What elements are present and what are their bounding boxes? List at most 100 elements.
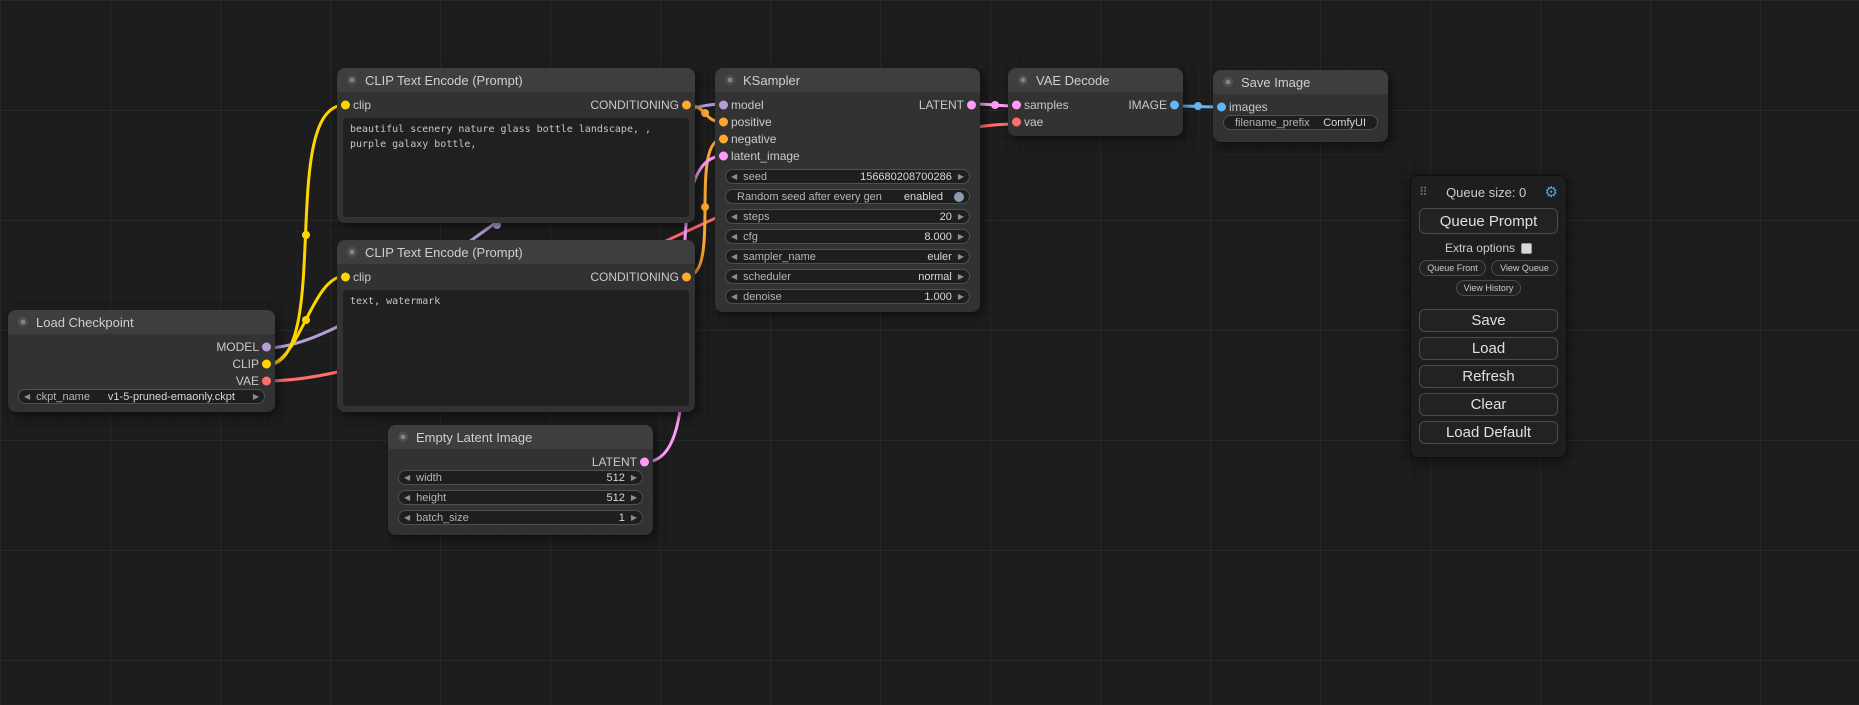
ckpt-name-widget[interactable]: ◀ ckpt_name v1-5-pruned-emaonly.ckpt ▶ (18, 389, 265, 404)
node-title: Load Checkpoint (36, 315, 134, 330)
decrement-arrow-icon[interactable]: ◀ (731, 293, 737, 301)
batch-size-widget[interactable]: ◀ batch_size 1 ▶ (398, 510, 643, 525)
settings-gear-icon[interactable]: ⚙ (1545, 183, 1558, 201)
height-widget[interactable]: ◀ height 512 ▶ (398, 490, 643, 505)
graph-canvas[interactable]: Load Checkpoint MODEL CLIP VAE ◀ ckpt_na… (0, 0, 1859, 705)
decrement-arrow-icon[interactable]: ◀ (731, 233, 737, 241)
cfg-widget[interactable]: ◀ cfg 8.000 ▶ (725, 229, 970, 244)
port-clip-output[interactable] (262, 359, 271, 368)
increment-arrow-icon[interactable]: ▶ (631, 494, 637, 502)
decrement-arrow-icon[interactable]: ◀ (731, 273, 737, 281)
queue-panel: ⠿ Queue size: 0 ⚙ Queue Prompt Extra opt… (1410, 175, 1567, 458)
widget-value: 512 (606, 472, 624, 484)
port-latent-output[interactable] (967, 100, 976, 109)
scheduler-widget[interactable]: ◀ scheduler normal ▶ (725, 269, 970, 284)
port-model-input[interactable] (719, 100, 728, 109)
node-title-bar[interactable]: VAE Decode (1008, 68, 1183, 92)
collapse-dot-icon[interactable] (398, 432, 408, 442)
filename-prefix-widget[interactable]: filename_prefix ComfyUI (1223, 115, 1378, 130)
node-title-bar[interactable]: Empty Latent Image (388, 425, 653, 449)
random-seed-toggle-widget[interactable]: Random seed after every gen enabled (725, 189, 970, 204)
slot-row: positive (715, 113, 980, 130)
decrement-arrow-icon[interactable]: ◀ (731, 253, 737, 261)
port-latent-output[interactable] (640, 457, 649, 466)
increment-arrow-icon[interactable]: ▶ (958, 213, 964, 221)
slot-row: LATENT (388, 453, 653, 470)
node-clip-text-encode-negative[interactable]: CLIP Text Encode (Prompt) clip CONDITION… (337, 240, 695, 412)
prompt-text-input[interactable]: text, watermark (343, 290, 689, 406)
queue-front-button[interactable]: Queue Front (1419, 260, 1486, 276)
port-images-input[interactable] (1217, 102, 1226, 111)
queue-size-label: Queue size: 0 (1428, 185, 1545, 200)
decrement-arrow-icon[interactable]: ◀ (731, 213, 737, 221)
refresh-button[interactable]: Refresh (1419, 365, 1558, 388)
increment-arrow-icon[interactable]: ▶ (958, 233, 964, 241)
steps-widget[interactable]: ◀ steps 20 ▶ (725, 209, 970, 224)
increment-arrow-icon[interactable]: ▶ (958, 173, 964, 181)
load-button[interactable]: Load (1419, 337, 1558, 360)
widget-label: filename_prefix (1235, 117, 1310, 129)
view-history-button[interactable]: View History (1456, 280, 1522, 296)
link-midpoint-dot (701, 109, 709, 117)
decrement-arrow-icon[interactable]: ◀ (404, 514, 410, 522)
decrement-arrow-icon[interactable]: ◀ (24, 393, 30, 401)
toggle-dot[interactable] (954, 192, 964, 202)
width-widget[interactable]: ◀ width 512 ▶ (398, 470, 643, 485)
port-latent-image-input[interactable] (719, 151, 728, 160)
prompt-text-input[interactable]: beautiful scenery nature glass bottle la… (343, 118, 689, 217)
collapse-dot-icon[interactable] (1018, 75, 1028, 85)
seed-widget[interactable]: ◀ seed 156680208700286 ▶ (725, 169, 970, 184)
save-button[interactable]: Save (1419, 309, 1558, 332)
increment-arrow-icon[interactable]: ▶ (958, 253, 964, 261)
node-title-bar[interactable]: CLIP Text Encode (Prompt) (337, 68, 695, 92)
sampler-name-widget[interactable]: ◀ sampler_name euler ▶ (725, 249, 970, 264)
node-title: Empty Latent Image (416, 430, 532, 445)
load-default-button[interactable]: Load Default (1419, 421, 1558, 444)
node-clip-text-encode-positive[interactable]: CLIP Text Encode (Prompt) clip CONDITION… (337, 68, 695, 223)
port-clip-input[interactable] (341, 100, 350, 109)
port-conditioning-output[interactable] (682, 100, 691, 109)
collapse-dot-icon[interactable] (725, 75, 735, 85)
port-positive-input[interactable] (719, 117, 728, 126)
extra-options-checkbox[interactable] (1521, 243, 1532, 254)
decrement-arrow-icon[interactable]: ◀ (404, 494, 410, 502)
increment-arrow-icon[interactable]: ▶ (631, 474, 637, 482)
port-negative-input[interactable] (719, 134, 728, 143)
output-label-image: IMAGE (1128, 98, 1167, 112)
increment-arrow-icon[interactable]: ▶ (958, 273, 964, 281)
collapse-dot-icon[interactable] (347, 75, 357, 85)
node-title-bar[interactable]: Load Checkpoint (8, 310, 275, 334)
view-queue-button[interactable]: View Queue (1491, 260, 1558, 276)
widget-value: ComfyUI (1323, 117, 1366, 129)
denoise-widget[interactable]: ◀ denoise 1.000 ▶ (725, 289, 970, 304)
node-empty-latent-image[interactable]: Empty Latent Image LATENT ◀ width 512 ▶ … (388, 425, 653, 535)
widget-label: batch_size (416, 512, 469, 524)
collapse-dot-icon[interactable] (18, 317, 28, 327)
node-ksampler[interactable]: KSampler model LATENT positive negative … (715, 68, 980, 312)
port-vae-input[interactable] (1012, 117, 1021, 126)
output-label-conditioning: CONDITIONING (590, 98, 679, 112)
increment-arrow-icon[interactable]: ▶ (253, 393, 259, 401)
node-save-image[interactable]: Save Image images filename_prefix ComfyU… (1213, 70, 1388, 142)
node-title-bar[interactable]: CLIP Text Encode (Prompt) (337, 240, 695, 264)
clear-button[interactable]: Clear (1419, 393, 1558, 416)
port-image-output[interactable] (1170, 100, 1179, 109)
queue-prompt-button[interactable]: Queue Prompt (1419, 208, 1558, 234)
node-load-checkpoint[interactable]: Load Checkpoint MODEL CLIP VAE ◀ ckpt_na… (8, 310, 275, 412)
node-title-bar[interactable]: KSampler (715, 68, 980, 92)
collapse-dot-icon[interactable] (1223, 77, 1233, 87)
port-model-output[interactable] (262, 342, 271, 351)
decrement-arrow-icon[interactable]: ◀ (404, 474, 410, 482)
port-samples-input[interactable] (1012, 100, 1021, 109)
port-vae-output[interactable] (262, 376, 271, 385)
widget-label: sampler_name (743, 251, 816, 263)
node-title-bar[interactable]: Save Image (1213, 70, 1388, 94)
node-vae-decode[interactable]: VAE Decode samples IMAGE vae (1008, 68, 1183, 136)
collapse-dot-icon[interactable] (347, 247, 357, 257)
increment-arrow-icon[interactable]: ▶ (631, 514, 637, 522)
decrement-arrow-icon[interactable]: ◀ (731, 173, 737, 181)
port-conditioning-output[interactable] (682, 272, 691, 281)
increment-arrow-icon[interactable]: ▶ (958, 293, 964, 301)
port-clip-input[interactable] (341, 272, 350, 281)
drag-handle-icon[interactable]: ⠿ (1419, 185, 1428, 199)
